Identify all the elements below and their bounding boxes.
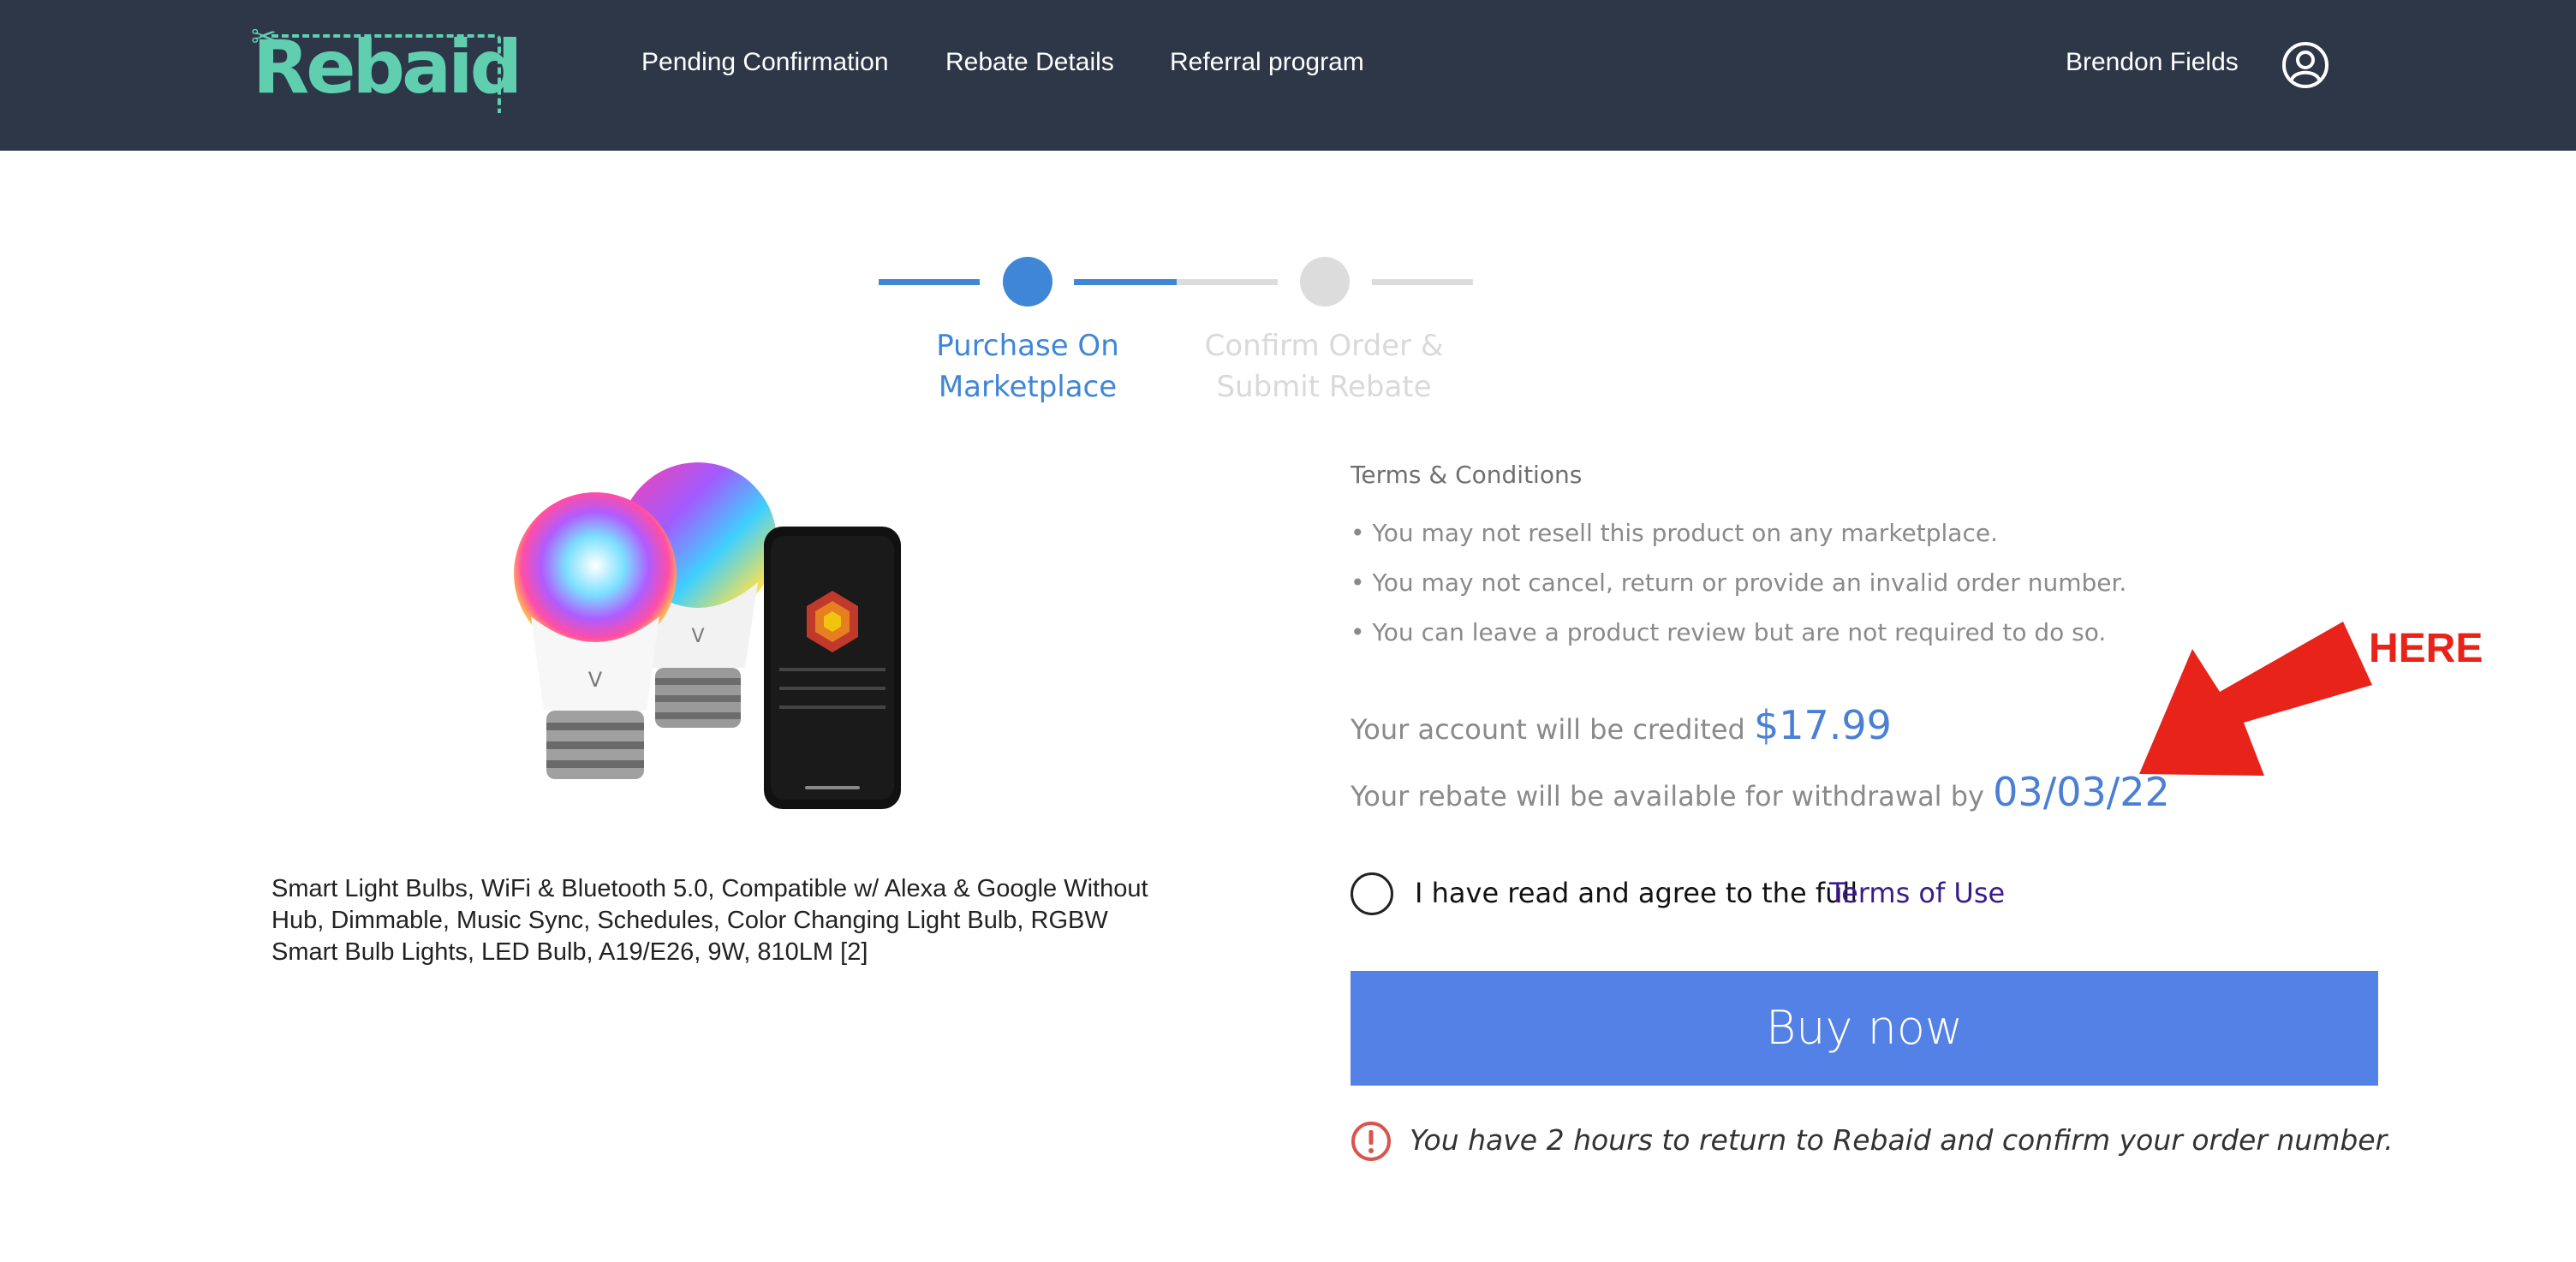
nav-rebate-details[interactable]: Rebate Details	[945, 48, 1114, 77]
product-title-line-1: Smart Light Bulbs, WiFi & Bluetooth 5.0,…	[271, 875, 1148, 902]
terms-bullet: • You may not resell this product on any…	[1351, 519, 1998, 547]
withdrawal-date-line: Your rebate will be available for withdr…	[1351, 769, 2170, 815]
product-title-line-2: Hub, Dimmable, Music Sync, Schedules, Co…	[271, 907, 1108, 934]
top-nav-bar: ✂ Rebaid Pending Confirmation Rebate Det…	[0, 0, 2576, 151]
product-image: V V	[514, 462, 901, 809]
step-1-label-line-1: Purchase On	[936, 329, 1119, 363]
product-title-line-3: Smart Bulb Lights, LED Bulb, A19/E26, 9W…	[271, 938, 868, 966]
red-arrow-annotation	[2139, 622, 2372, 776]
time-limit-warning: You have 2 hours to return to Rebaid and…	[1410, 1123, 2394, 1157]
step-2-label-line-2: Submit Rebate	[1216, 370, 1432, 404]
agree-terms-radio[interactable]	[1351, 872, 1393, 915]
withdrawal-prefix: Your rebate will be available for withdr…	[1351, 780, 1984, 813]
step-1-label: Purchase On Marketplace	[899, 325, 1156, 408]
terms-of-use-link[interactable]: Terms of Use	[1829, 877, 2005, 909]
credit-amount: $17.99	[1753, 702, 1892, 748]
step-2-indicator	[1300, 257, 1350, 307]
terms-bullet: • You can leave a product review but are…	[1351, 618, 2107, 646]
nav-pending-confirmation[interactable]: Pending Confirmation	[641, 48, 889, 77]
step-2-label: Confirm Order & Submit Rebate	[1196, 325, 1452, 408]
credit-prefix: Your account will be credited	[1351, 713, 1745, 746]
user-account-icon[interactable]	[2281, 41, 2329, 89]
credit-amount-line: Your account will be credited $17.99	[1351, 702, 1892, 748]
terms-bullet: • You may not cancel, return or provide …	[1351, 568, 2127, 597]
warning-icon	[1351, 1122, 1391, 1161]
svg-text:V: V	[691, 626, 704, 647]
logo-text: Rebaid	[253, 25, 522, 110]
agree-terms-text: I have read and agree to the full	[1415, 877, 1858, 909]
nav-referral-program[interactable]: Referral program	[1170, 48, 1364, 77]
step-1-label-line-2: Marketplace	[938, 370, 1118, 404]
rebaid-logo[interactable]: ✂ Rebaid	[251, 19, 522, 113]
terms-heading: Terms & Conditions	[1351, 461, 1583, 489]
stepper-line-3	[1372, 279, 1473, 285]
stepper-line-2-empty	[1177, 279, 1278, 285]
product-title: Smart Light Bulbs, WiFi & Bluetooth 5.0,…	[271, 873, 1162, 968]
user-name[interactable]: Brendon Fields	[2066, 48, 2239, 77]
step-2-label-line-1: Confirm Order &	[1204, 329, 1444, 363]
buy-now-button[interactable]: Buy now	[1351, 971, 2378, 1086]
stepper-line-2-filled	[1074, 279, 1177, 285]
here-annotation-label: HERE	[2369, 626, 2484, 671]
step-1-indicator	[1003, 257, 1052, 307]
stepper-line-1	[879, 279, 980, 285]
svg-text:V: V	[588, 668, 603, 692]
